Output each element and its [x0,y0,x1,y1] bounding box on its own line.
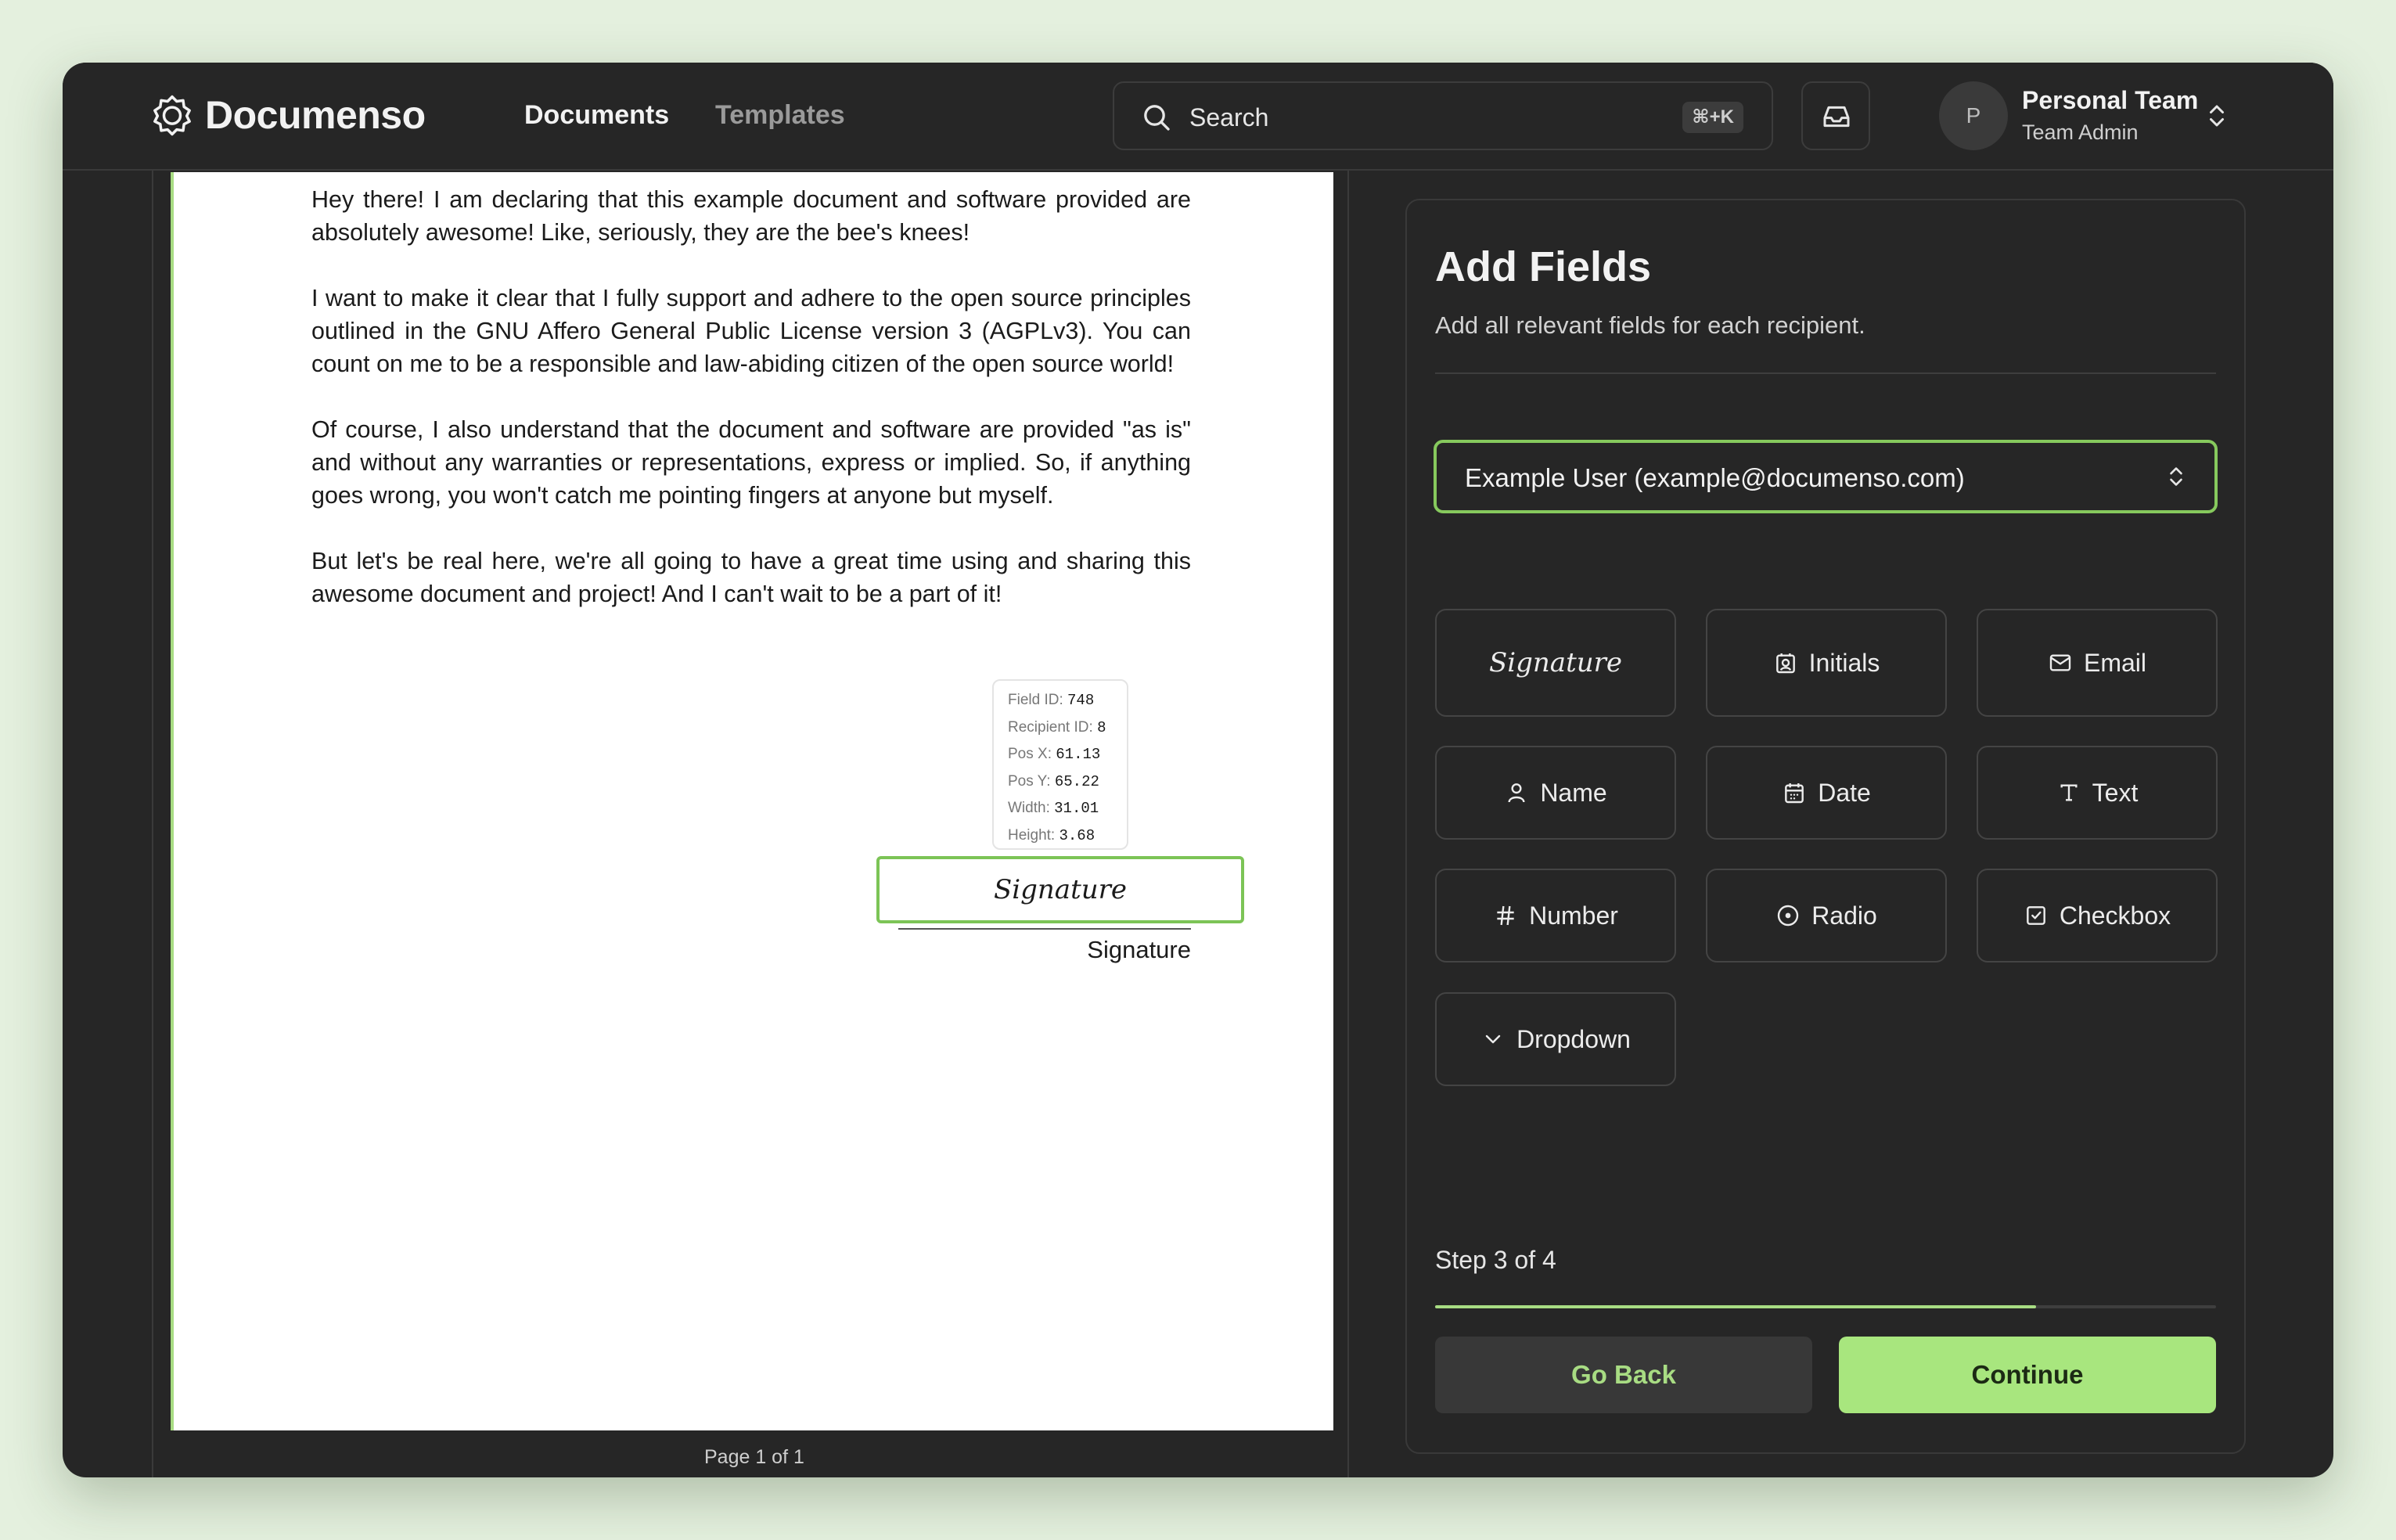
field-signature-button[interactable]: Signature [1435,609,1676,717]
field-radio-button[interactable]: Radio [1706,869,1947,962]
field-name-button[interactable]: Name [1435,746,1676,840]
app-name: Documenso [205,93,426,137]
field-label: Date [1818,778,1871,807]
panel-title: Add Fields [1435,243,1652,290]
recipient-select[interactable]: Example User (example@documenso.com) [1434,440,2218,513]
search-icon [1144,105,1170,131]
user-icon [1508,783,1525,803]
search-shortcut: ⌘+K [1682,102,1743,133]
field-date-button[interactable]: Date [1706,746,1947,840]
search-label: Search [1189,103,1269,131]
team-name[interactable]: Personal Team [2022,86,2198,115]
document-paragraph: I want to make it clear that I fully sup… [311,285,1191,377]
page-indicator: Page 1 of 1 [704,1446,804,1468]
field-label: Initials [1808,648,1880,677]
top-header: Documenso Documents Templates Search ⌘+K… [63,63,2333,171]
go-back-button[interactable]: Go Back [1435,1337,1812,1413]
radio-icon [1777,905,1799,927]
type-icon [2060,784,2078,801]
tooltip-row: Pos X: 61.13 [1008,746,1101,763]
field-label: Signature [1488,647,1623,678]
document-paragraph: But let's be real here, we're all going … [311,548,1191,607]
tooltip-row: Recipient ID: 8 [1008,718,1106,736]
document-text: Hey there! I am declaring that this exam… [311,183,1191,643]
mail-icon [2049,654,2071,671]
field-text-button[interactable]: Text [1977,746,2218,840]
documenso-logo-icon [153,95,191,136]
team-role: Team Admin [2022,121,2139,144]
search-bar[interactable]: Search ⌘+K [1113,81,1773,150]
tooltip-row: Field ID: 748 [1008,692,1095,709]
field-dropdown-button[interactable]: Dropdown [1435,992,1676,1086]
inbox-button[interactable] [1801,81,1870,150]
viewer-border-right [1347,171,1349,1477]
nav-documents[interactable]: Documents [524,100,669,131]
logo[interactable]: Documenso [150,92,426,138]
recipient-value: Example User (example@documenso.com) [1465,463,1965,492]
field-info-tooltip: Field ID: 748 Recipient ID: 8 Pos X: 61.… [992,679,1128,850]
tooltip-row: Pos Y: 65.22 [1008,772,1099,790]
field-label: Text [2092,778,2139,807]
nav-templates[interactable]: Templates [715,100,845,131]
placed-signature-field[interactable]: Signature [876,856,1244,923]
tooltip-row: Width: 31.01 [1008,800,1099,817]
field-email-button[interactable]: Email [1977,609,2218,717]
field-label: Radio [1811,901,1877,930]
field-initials-button[interactable]: Initials [1706,609,1947,717]
field-checkbox-button[interactable]: Checkbox [1977,869,2218,962]
hash-icon [1497,905,1514,926]
step-progress-bar [1435,1305,2216,1308]
field-label: Number [1529,901,1618,930]
panel-divider [1435,372,2216,374]
chevrons-up-down-icon[interactable] [2205,102,2229,130]
panel-subtitle: Add all relevant fields for each recipie… [1435,311,1865,339]
step-indicator: Step 3 of 4 [1435,1246,1556,1274]
checkbox-icon [2026,906,2045,925]
field-label: Email [2083,648,2146,677]
field-label: Name [1540,778,1607,807]
signature-caption: Signature [1087,936,1191,963]
document-paragraph: Of course, I also understand that the do… [311,416,1191,509]
viewer-border-left [152,171,153,1477]
field-label: Dropdown [1516,1024,1631,1053]
step-progress-fill [1435,1305,2037,1308]
document-paragraph: Hey there! I am declaring that this exam… [311,186,1191,246]
signature-line [898,928,1191,930]
inbox-icon [1823,106,1850,128]
field-number-button[interactable]: Number [1435,869,1676,962]
continue-button[interactable]: Continue [1839,1337,2216,1413]
tooltip-row: Height: 3.68 [1008,826,1095,844]
chevron-down-icon [1485,1034,1501,1044]
chevrons-up-down-icon [2170,467,2182,486]
avatar[interactable]: P [1939,81,2008,150]
field-label: Checkbox [2059,901,2171,930]
calendar-icon [1785,783,1804,804]
contact-icon [1775,653,1795,674]
